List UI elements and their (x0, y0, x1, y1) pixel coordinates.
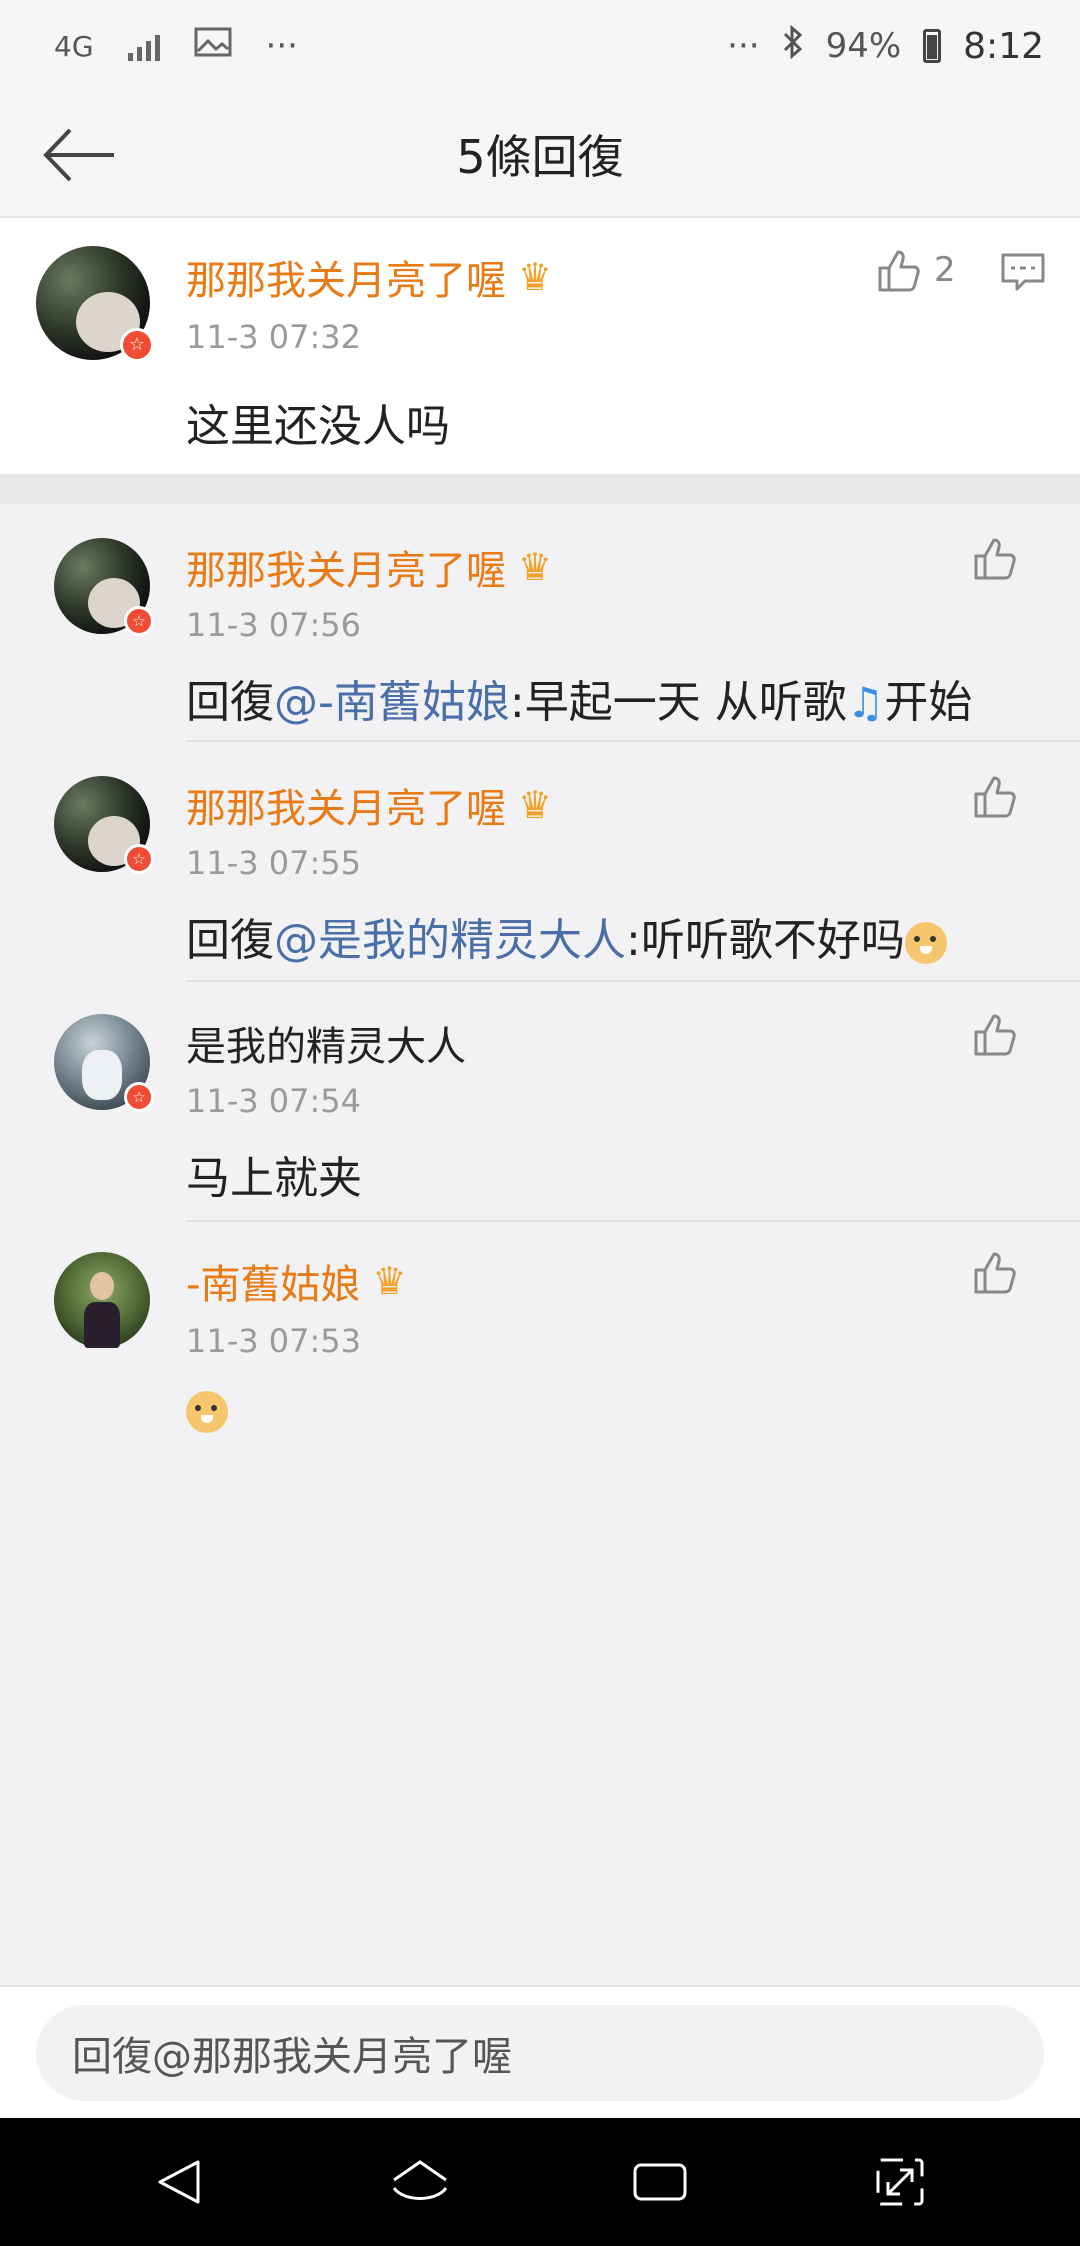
username: 那那我关月亮了喔 (186, 548, 506, 594)
reply-item: ☆ 那那我关月亮了喔 ♛ 11-3 07:56 回復@-南舊姑娘:早起一天 从听… (0, 504, 1080, 742)
verified-badge-icon: ☆ (124, 606, 154, 636)
like-button[interactable] (972, 534, 1020, 582)
thumbs-up-icon (878, 250, 920, 292)
gallery-icon (194, 26, 232, 66)
avatar[interactable]: ☆ (54, 538, 154, 636)
thumbs-up-icon (974, 1014, 1016, 1056)
battery-icon (923, 29, 942, 63)
mention-link[interactable]: @-南舊姑娘 (274, 677, 510, 728)
comment-icon (1001, 253, 1045, 291)
reply-user[interactable]: 那那我关月亮了喔 ♛ (186, 776, 552, 834)
header: 5條回復 (0, 92, 1080, 218)
reply-input-placeholder: 回復@那那我关月亮了喔 (72, 2034, 512, 2080)
reply-suffix: 开始 (884, 677, 973, 728)
crown-icon: ♛ (518, 545, 553, 589)
nav-expand-button[interactable] (860, 2142, 940, 2222)
bluetooth-icon (782, 24, 804, 69)
clock: 8:12 (963, 25, 1044, 67)
like-button[interactable] (972, 772, 1020, 820)
username: 是我的精灵大人 (186, 1024, 466, 1070)
reply-user[interactable]: 那那我关月亮了喔 ♛ (186, 538, 552, 596)
doge-emoji-icon (186, 1391, 228, 1433)
recents-icon (633, 2163, 687, 2201)
reply-input[interactable]: 回復@那那我关月亮了喔 (36, 2005, 1044, 2101)
nav-back-button[interactable] (140, 2142, 220, 2222)
verified-badge-icon: ☆ (124, 844, 154, 874)
timestamp: 11-3 07:53 (186, 1322, 362, 1360)
like-count: 2 (934, 250, 956, 290)
page-title: 5條回復 (456, 130, 624, 184)
username: -南舊姑娘 (186, 1262, 361, 1308)
reply-prefix: 回復 (186, 915, 274, 966)
network-indicator: 4G (54, 29, 94, 63)
like-button[interactable]: 2 (876, 246, 956, 294)
reply-text: 回復@是我的精灵大人:听听歌不好吗 (186, 904, 947, 968)
home-icon (392, 2160, 448, 2200)
nav-home-button[interactable] (380, 2142, 460, 2222)
back-arrow-icon (43, 128, 114, 182)
reply-user[interactable]: 是我的精灵大人 (186, 1014, 466, 1072)
verified-badge-icon: ☆ (120, 328, 154, 362)
more-status: ··· (727, 26, 760, 66)
thumbs-up-icon (974, 776, 1016, 818)
avatar[interactable]: ☆ (36, 246, 154, 362)
like-button[interactable] (972, 1248, 1020, 1296)
expand-icon (876, 2158, 924, 2206)
back-button[interactable] (40, 120, 120, 190)
avatar[interactable]: ☆ (54, 1014, 154, 1112)
status-bar: 4G ··· ··· 94% 8:12 (0, 0, 1080, 92)
timestamp: 11-3 07:55 (186, 844, 362, 882)
more-notifications: ··· (265, 26, 298, 66)
thumbs-up-icon (974, 1252, 1016, 1294)
comment-text: 这里还没人吗 (186, 401, 450, 452)
nav-recents-button[interactable] (620, 2142, 700, 2222)
avatar[interactable]: ☆ (54, 776, 154, 874)
doge-emoji-icon (904, 922, 947, 964)
main-comment: ☆ 那那我关月亮了喔 ♛ 11-3 07:32 这里还没人吗 2 (0, 218, 1080, 474)
username: 那那我关月亮了喔 (186, 786, 506, 832)
verified-badge-icon: ☆ (124, 1082, 154, 1112)
thumbs-up-icon (974, 538, 1016, 580)
like-button[interactable] (972, 1010, 1020, 1058)
reply-text (186, 1384, 228, 1435)
section-divider (0, 474, 1080, 504)
avatar[interactable] (54, 1252, 150, 1348)
reply-body: :听听歌不好吗 (626, 915, 905, 966)
crown-icon: ♛ (518, 255, 553, 299)
reply-body: :早起一天 从听歌 (509, 677, 847, 728)
timestamp: 11-3 07:54 (186, 1082, 362, 1120)
signal-icon (127, 31, 160, 61)
reply-user[interactable]: -南舊姑娘 ♛ (186, 1252, 407, 1310)
reply-text: 马上就夹 (186, 1153, 362, 1204)
battery-percent: 94% (825, 26, 902, 66)
crown-icon: ♛ (372, 1259, 407, 1303)
main-comment-user[interactable]: 那那我关月亮了喔 ♛ (186, 248, 552, 306)
reply-item: -南舊姑娘 ♛ 11-3 07:53 (0, 1222, 1080, 1460)
reply-bar: 回復@那那我关月亮了喔 (0, 1985, 1080, 2118)
triangle-back-icon (158, 2160, 200, 2204)
username: 那那我关月亮了喔 (186, 258, 506, 304)
reply-prefix: 回復 (186, 677, 274, 728)
reply-button[interactable] (1000, 252, 1046, 298)
reply-text: 回復@-南舊姑娘:早起一天 从听歌♫开始 (186, 666, 972, 730)
reply-item: ☆ 是我的精灵大人 11-3 07:54 马上就夹 (0, 982, 1080, 1222)
timestamp: 11-3 07:32 (186, 318, 362, 356)
music-note-icon: ♫ (846, 678, 885, 727)
timestamp: 11-3 07:56 (186, 606, 362, 644)
crown-icon: ♛ (518, 783, 553, 827)
mention-link[interactable]: @是我的精灵大人 (274, 915, 626, 966)
reply-item: ☆ 那那我关月亮了喔 ♛ 11-3 07:55 回復@是我的精灵大人:听听歌不好… (0, 742, 1080, 982)
system-nav-bar (0, 2118, 1080, 2246)
